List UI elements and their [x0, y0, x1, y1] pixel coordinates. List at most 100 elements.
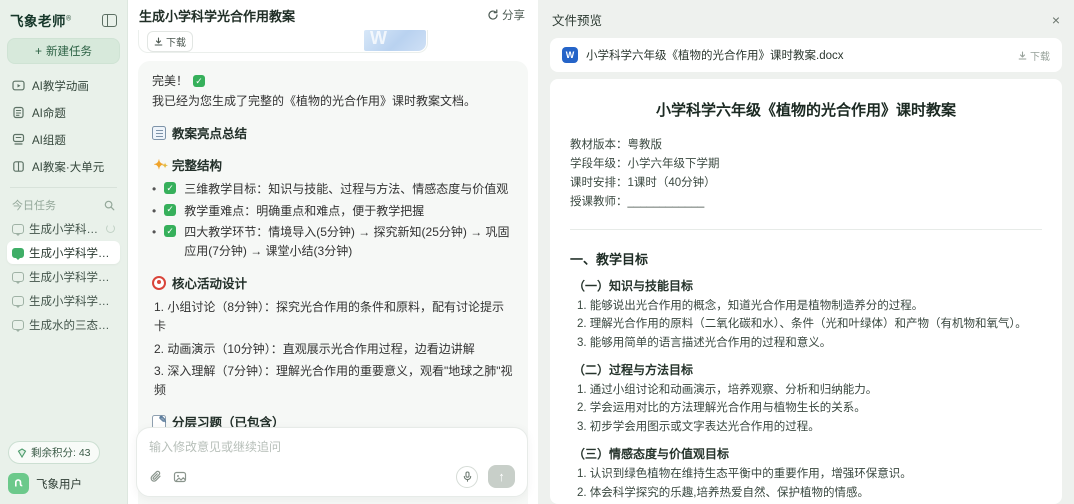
- doc-line: 2. 理解光合作用的原料（二氧化碳和水）、条件（光和叶绿体）和产物（有机物和氧气…: [577, 318, 1027, 331]
- preview-title: 文件预览: [552, 14, 603, 28]
- list-item: • ✓ 教学重难点：明确重点和难点，便于教学把握: [152, 203, 425, 218]
- doc-line: 2. 学会运用对比的方法理解光合作用与植物生长的关系。: [577, 402, 866, 415]
- task-item[interactable]: 生成小学科学《植物的光…: [7, 265, 120, 288]
- loading-spinner-icon: [106, 224, 115, 233]
- file-download-button[interactable]: 下载: [1018, 48, 1050, 63]
- chat-bubble-icon: [12, 295, 24, 308]
- sidebar-divider: [10, 187, 117, 188]
- check-icon: ✓: [164, 182, 177, 194]
- chat-bubble-icon: [12, 247, 24, 260]
- sidebar-item-label: AI命题: [32, 107, 66, 120]
- elephant-icon: [15, 479, 23, 487]
- app-logo: 飞象老师®: [10, 14, 72, 29]
- summary-heading: 教案亮点总结: [152, 123, 514, 142]
- close-icon[interactable]: ×: [1052, 13, 1060, 27]
- share-button[interactable]: 分享: [487, 7, 525, 23]
- gem-icon: [17, 447, 27, 458]
- sidebar-item-ai-animation[interactable]: AI教学动画: [7, 72, 120, 99]
- download-label: 下载: [166, 38, 186, 49]
- document-title: 小学科学六年级《植物的光合作用》课时教案: [655, 102, 956, 119]
- paper-icon: [13, 106, 24, 119]
- activity-list: 1. 小组讨论（8分钟）：探究光合作用的条件和原料，配有讨论提示卡 2. 动画演…: [152, 298, 514, 399]
- user-name: 飞象用户: [36, 478, 82, 491]
- user-account[interactable]: 飞象用户: [7, 473, 120, 494]
- chat-bubble-icon: [12, 271, 24, 284]
- file-name: 小学科学六年级《植物的光合作用》课时教案.docx: [586, 50, 844, 62]
- meta-line: 学段年级：小学六年级下学期: [570, 157, 720, 170]
- avatar: [8, 473, 29, 494]
- points-label: 剩余积分: 43: [31, 447, 91, 459]
- doc-subheading: （一）知识与技能目标: [573, 278, 694, 293]
- check-icon: ✓: [164, 203, 177, 216]
- doc-line: 1. 能够说出光合作用的概念，知道光合作用是植物制造养分的过程。: [577, 299, 924, 312]
- search-icon[interactable]: [104, 200, 115, 211]
- points-badge[interactable]: 剩余积分: 43: [8, 441, 100, 464]
- file-download-label: 下载: [1030, 51, 1050, 63]
- doc-subheading: （二）过程与方法目标: [573, 363, 694, 378]
- registered-mark: ®: [66, 15, 72, 23]
- collapse-sidebar-icon[interactable]: [102, 13, 117, 27]
- microphone-icon: [463, 471, 471, 482]
- document-thumbnail[interactable]: W: [364, 30, 426, 51]
- insert-image-button[interactable]: [173, 470, 187, 484]
- sidebar: 飞象老师® + 新建任务 AI教学动画 AI命题 AI组题 AI教案·大单元 今…: [0, 0, 128, 504]
- task-item-active[interactable]: 生成小学科学光合作用教案: [7, 241, 120, 264]
- task-label: 生成小学科学《简单电路…: [29, 295, 115, 308]
- document-preview[interactable]: 小学科学六年级《植物的光合作用》课时教案 教材版本：粤教版 学段年级：小学六年级…: [550, 79, 1062, 504]
- send-arrow-icon: ↑: [498, 469, 505, 484]
- chat-input[interactable]: [149, 438, 515, 465]
- task-label: 生成小学科学光合作用教案: [29, 247, 115, 260]
- download-button[interactable]: 下载: [147, 31, 193, 52]
- clipboard-icon: [152, 125, 166, 140]
- sidebar-item-ai-question[interactable]: AI命题: [7, 99, 120, 126]
- intro-line: 完美！ ✓ 我已经为您生成了完整的《植物的光合作用》课时教案文档。: [152, 74, 477, 108]
- check-icon: ✓: [164, 225, 177, 238]
- file-bar[interactable]: W 小学科学六年级《植物的光合作用》课时教案.docx 下载: [550, 38, 1062, 72]
- task-label: 生成小学科学光合作用…: [29, 223, 101, 236]
- task-item[interactable]: 生成小学科学《简单电路…: [7, 289, 120, 312]
- list-item: 3. 深入理解（7分钟）：理解光合作用的重要意义，观看"地球之肺"视频: [154, 364, 513, 397]
- sidebar-item-ai-lessonplan[interactable]: AI教案·大单元: [7, 153, 120, 180]
- app-window: 飞象老师® + 新建任务 AI教学动画 AI命题 AI组题 AI教案·大单元 今…: [0, 0, 1074, 504]
- sidebar-item-label: AI教学动画: [32, 80, 89, 93]
- meta-line: 教材版本：粤教版: [570, 139, 662, 151]
- list-item: 2. 动画演示（10分钟）：直观展示光合作用过程，边看边讲解: [154, 341, 475, 356]
- task-item[interactable]: 生成水的三态变化教学动画: [7, 313, 120, 336]
- doc-line: 1. 通过小组讨论和动画演示，培养观察、分析和归纳能力。: [577, 384, 878, 397]
- book-icon: [13, 161, 24, 172]
- share-label: 分享: [502, 10, 525, 22]
- voice-input-button[interactable]: [456, 465, 478, 488]
- sidebar-item-label: AI组题: [32, 134, 66, 147]
- download-icon: [154, 37, 163, 46]
- word-file-icon: W: [562, 47, 578, 63]
- new-task-label: 新建任务: [46, 46, 92, 58]
- sparkle-icon: ✦: [152, 157, 168, 174]
- sidebar-item-ai-quiz[interactable]: AI组题: [7, 126, 120, 153]
- task-item[interactable]: 生成小学科学光合作用…: [7, 217, 120, 240]
- paperclip-icon: [150, 470, 161, 482]
- attach-file-button[interactable]: [149, 470, 163, 484]
- doc-subheading: （三）情感态度与价值观目标: [573, 447, 730, 462]
- structure-heading: ✦ 完整结构: [152, 155, 514, 174]
- today-tasks-label: 今日任务: [12, 200, 56, 212]
- chat-title: 生成小学科学光合作用教案: [139, 8, 296, 24]
- send-button[interactable]: ↑: [488, 465, 515, 488]
- plus-icon: +: [34, 44, 42, 58]
- new-task-button[interactable]: + 新建任务: [7, 38, 120, 64]
- chat-input-box: ↑: [136, 427, 528, 497]
- sidebar-item-label: AI教案·大单元: [32, 161, 105, 174]
- meta-line: 授课教师：____________: [570, 195, 705, 208]
- meta-line: 课时安排：1课时（40分钟）: [570, 176, 716, 189]
- list-item: 1. 小组讨论（8分钟）：探究光合作用的条件和原料，配有讨论提示卡: [154, 300, 505, 333]
- chat-header: 生成小学科学光合作用教案 分享: [128, 0, 538, 30]
- doc-divider: [570, 228, 1042, 230]
- attachment-card: 下载 W: [138, 30, 428, 53]
- image-icon: [173, 471, 187, 482]
- video-icon: [12, 80, 25, 91]
- chat-bubble-icon: [12, 223, 24, 236]
- doc-line: 3. 能够用简单的语言描述光合作用的过程和意义。: [577, 336, 832, 349]
- doc-section-heading: 一、教学目标: [570, 251, 649, 267]
- structure-list: • ✓ 三维教学目标：知识与技能、过程与方法、情感态度与价值观 • ✓ 教学重难点：明确…: [152, 180, 514, 260]
- share-icon: [488, 9, 498, 20]
- download-icon: [1018, 50, 1027, 60]
